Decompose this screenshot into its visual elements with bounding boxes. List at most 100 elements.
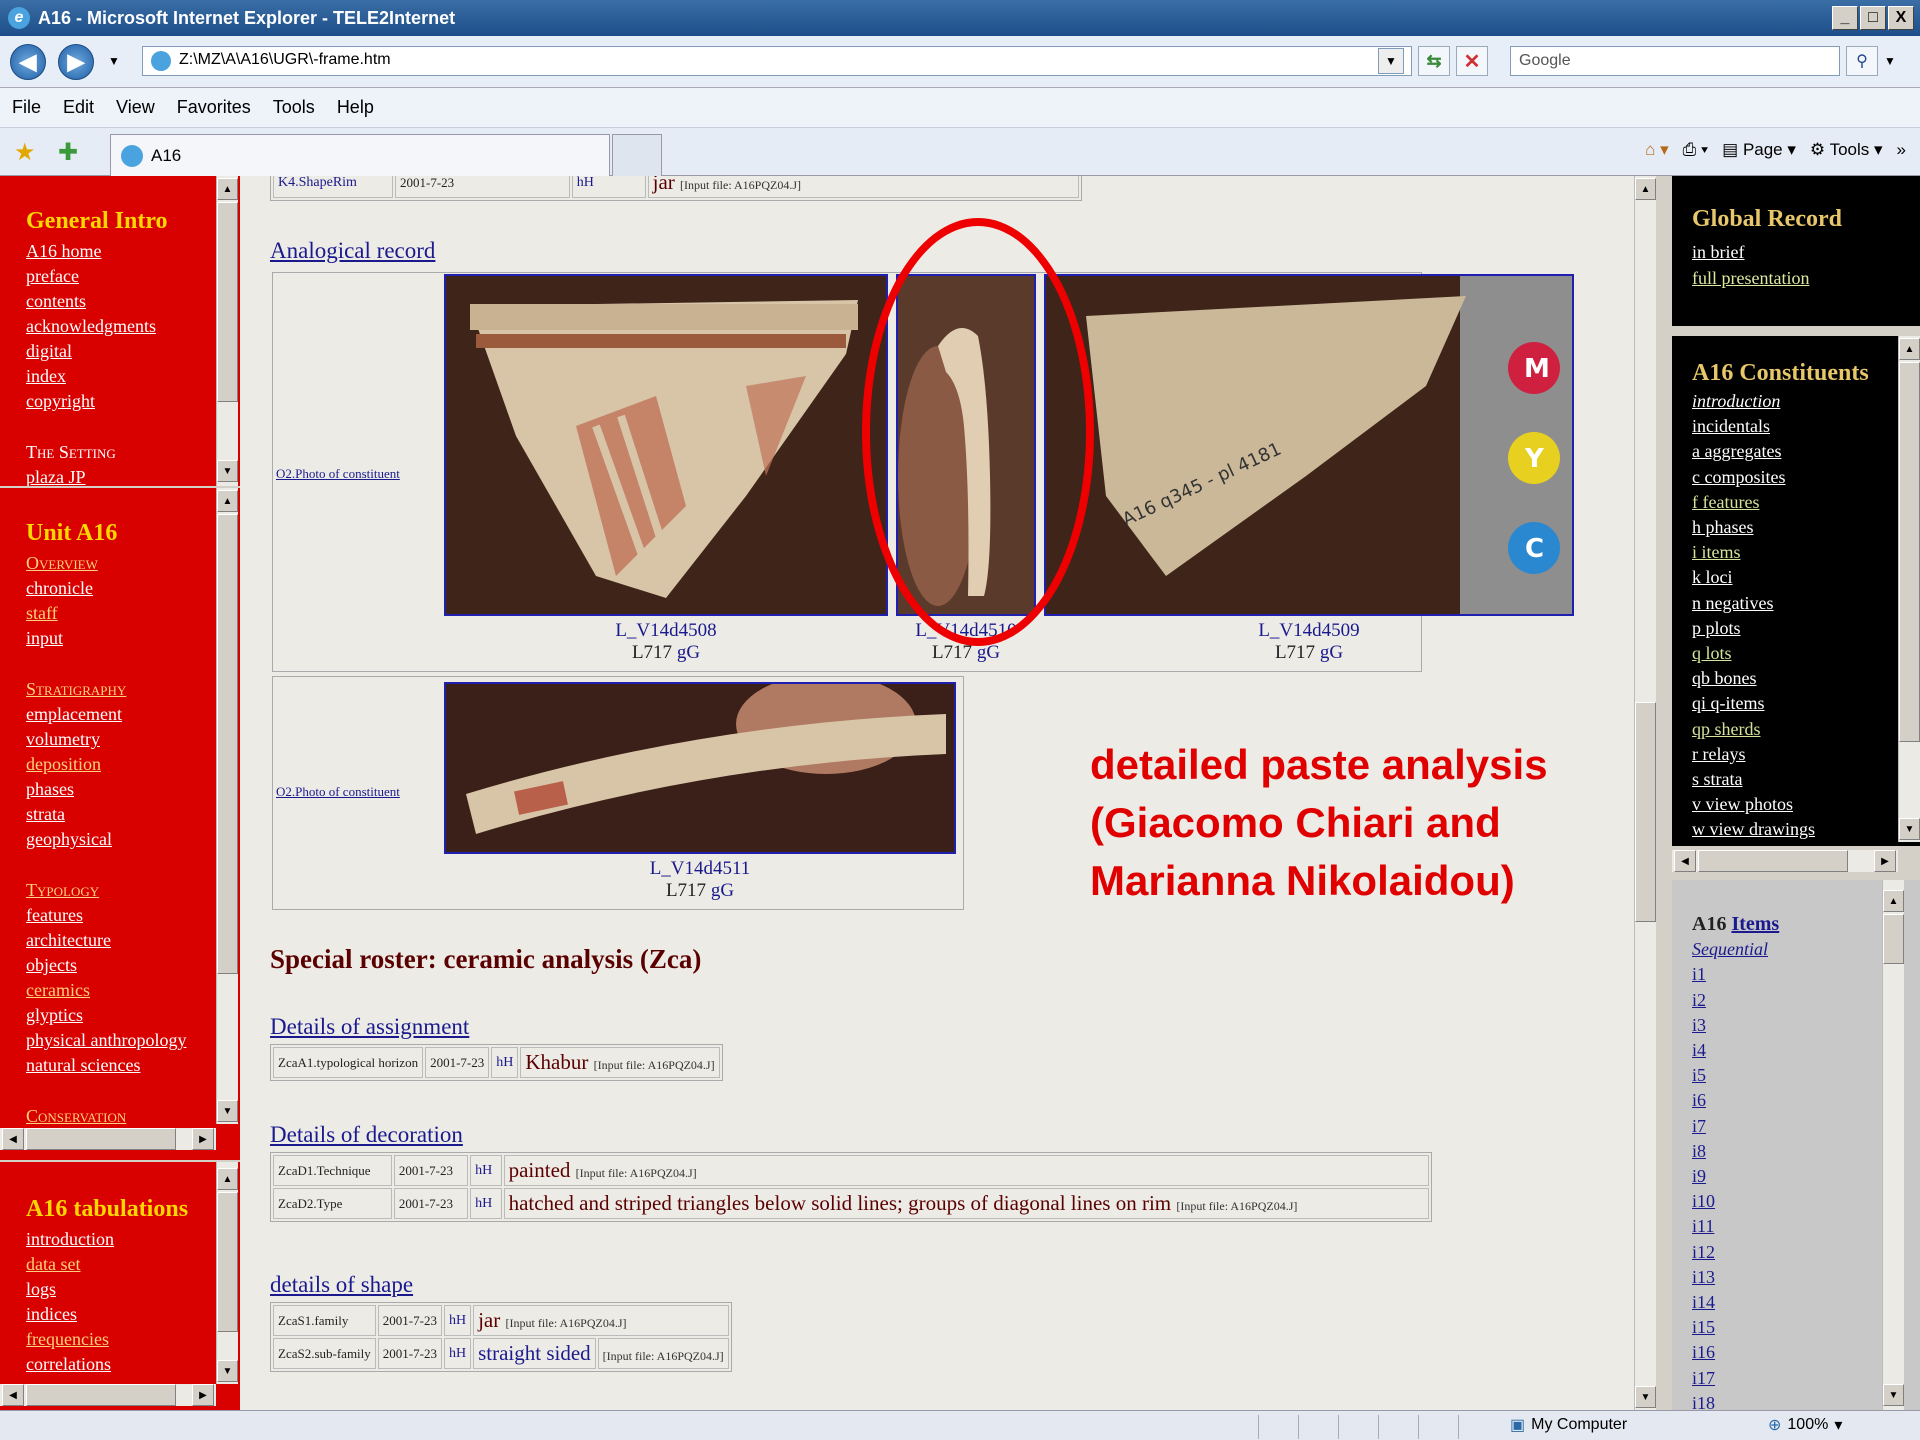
- in-brief-link[interactable]: in brief: [1692, 239, 1920, 265]
- item-link[interactable]: i4: [1692, 1038, 1779, 1063]
- scroll-up-arrow-icon[interactable]: ▲: [1635, 178, 1656, 200]
- nav-geophysical[interactable]: geophysical: [26, 827, 186, 852]
- nav-acknowledgments[interactable]: acknowledgments: [26, 314, 168, 339]
- scroll-right-arrow-icon[interactable]: ▶: [1874, 850, 1896, 872]
- scroll-thumb[interactable]: [217, 514, 238, 974]
- sherd-photo-exterior[interactable]: [444, 274, 888, 616]
- item-link[interactable]: i14: [1692, 1290, 1779, 1315]
- menu-tools[interactable]: Tools: [273, 97, 315, 118]
- refresh-button[interactable]: ⇆: [1418, 46, 1450, 76]
- address-dropdown-button[interactable]: ▼: [1378, 48, 1404, 74]
- item-link[interactable]: i15: [1692, 1315, 1779, 1340]
- photo-constituent-label[interactable]: O2.Photo of constituent: [276, 784, 400, 800]
- const-relays[interactable]: r relays: [1692, 742, 1869, 767]
- nav-volumetry[interactable]: volumetry: [26, 727, 186, 752]
- value-link[interactable]: straight sided: [478, 1341, 591, 1365]
- item-link[interactable]: i8: [1692, 1139, 1779, 1164]
- maximize-button[interactable]: □: [1860, 6, 1886, 30]
- gg-link[interactable]: gG: [1320, 642, 1343, 663]
- tab-a16[interactable]: A16: [110, 134, 610, 176]
- const-loci[interactable]: k loci: [1692, 565, 1869, 590]
- zoom-control[interactable]: ⊕ 100% ▾: [1768, 1415, 1842, 1435]
- nav-ceramics[interactable]: ceramics: [26, 978, 186, 1003]
- scroll-right-arrow-icon[interactable]: ▶: [192, 1384, 214, 1406]
- hh-link[interactable]: hH: [449, 1313, 466, 1328]
- hh-link[interactable]: hH: [475, 1196, 492, 1211]
- item-link[interactable]: i13: [1692, 1265, 1779, 1290]
- address-field[interactable]: Z:\MZ\A\A16\UGR\-frame.htm: [142, 46, 1412, 76]
- nav-strata[interactable]: strata: [26, 802, 186, 827]
- nav-physical-anthropology[interactable]: physical anthropology: [26, 1028, 186, 1053]
- scroll-thumb[interactable]: [217, 202, 238, 402]
- item-link[interactable]: i2: [1692, 988, 1779, 1013]
- nav-contents[interactable]: contents: [26, 289, 168, 314]
- search-options-dropdown[interactable]: ▼: [1884, 54, 1896, 68]
- recent-pages-dropdown[interactable]: ▼: [108, 54, 120, 68]
- home-icon[interactable]: ⌂ ▾: [1645, 140, 1669, 160]
- nav-plaza-jp[interactable]: plaza JP: [26, 465, 168, 486]
- scroll-down-arrow-icon[interactable]: ▼: [217, 460, 238, 482]
- add-favorite-icon[interactable]: ✚: [58, 138, 78, 167]
- scroll-up-arrow-icon[interactable]: ▲: [217, 1168, 238, 1190]
- analogical-record-link[interactable]: Analogical record: [270, 238, 435, 264]
- const-strata[interactable]: s strata: [1692, 767, 1869, 792]
- security-zone[interactable]: ▣ My Computer: [1510, 1415, 1627, 1435]
- const-view-photos[interactable]: v view photos: [1692, 792, 1869, 817]
- nav-copyright[interactable]: copyright: [26, 389, 168, 414]
- scroll-up-arrow-icon[interactable]: ▲: [1883, 890, 1904, 912]
- zoom-dropdown-icon[interactable]: ▾: [1834, 1415, 1842, 1435]
- item-link[interactable]: i1: [1692, 962, 1779, 987]
- hh-link[interactable]: hH: [449, 1346, 466, 1361]
- const-incidentals[interactable]: incidentals: [1692, 414, 1869, 439]
- nav-tab-introduction[interactable]: introduction: [26, 1227, 188, 1252]
- favorites-star-icon[interactable]: ★: [14, 138, 36, 167]
- scroll-thumb[interactable]: [1899, 362, 1920, 742]
- nav-a16-home[interactable]: A16 home: [26, 239, 168, 264]
- items-scrollbar[interactable]: ▲ ▼: [1882, 880, 1904, 1410]
- new-tab-button[interactable]: [612, 134, 662, 176]
- scroll-down-arrow-icon[interactable]: ▼: [217, 1100, 238, 1122]
- item-link[interactable]: i10: [1692, 1189, 1779, 1214]
- const-features[interactable]: f features: [1692, 490, 1869, 515]
- scroll-down-arrow-icon[interactable]: ▼: [1899, 818, 1920, 840]
- nav-natural-sciences[interactable]: natural sciences: [26, 1053, 186, 1078]
- const-composites[interactable]: c composites: [1692, 465, 1869, 490]
- scroll-up-arrow-icon[interactable]: ▲: [1899, 338, 1920, 360]
- nav-emplacement[interactable]: emplacement: [26, 702, 186, 727]
- page-menu[interactable]: ▤ Page ▾: [1722, 140, 1796, 160]
- nav-index[interactable]: index: [26, 364, 168, 389]
- general-intro-scrollbar[interactable]: ▲ ▼: [216, 176, 238, 486]
- nav-data-set[interactable]: data set: [26, 1252, 188, 1277]
- chevron-more-icon[interactable]: »: [1897, 140, 1906, 160]
- nav-typology[interactable]: Typology: [26, 878, 186, 903]
- const-phases[interactable]: h phases: [1692, 515, 1869, 540]
- const-introduction[interactable]: introduction: [1692, 389, 1869, 414]
- scroll-left-arrow-icon[interactable]: ◀: [2, 1128, 24, 1150]
- hh-link[interactable]: hH: [496, 1055, 513, 1070]
- const-plots[interactable]: p plots: [1692, 616, 1869, 641]
- item-link[interactable]: i11: [1692, 1214, 1779, 1239]
- gg-link[interactable]: gG: [711, 880, 734, 901]
- const-q-items[interactable]: qi q-items: [1692, 691, 1869, 716]
- scroll-thumb[interactable]: [26, 1128, 176, 1150]
- const-view-drawings[interactable]: w view drawings: [1692, 817, 1869, 842]
- close-button[interactable]: X: [1888, 6, 1914, 30]
- scroll-right-arrow-icon[interactable]: ▶: [192, 1128, 214, 1150]
- scroll-down-arrow-icon[interactable]: ▼: [217, 1360, 238, 1382]
- nav-architecture[interactable]: architecture: [26, 928, 186, 953]
- scroll-left-arrow-icon[interactable]: ◀: [2, 1384, 24, 1406]
- hh-link[interactable]: hH: [577, 176, 594, 190]
- sequential-link[interactable]: Sequential: [1692, 937, 1779, 962]
- const-aggregates[interactable]: a aggregates: [1692, 439, 1869, 464]
- item-link[interactable]: i17: [1692, 1366, 1779, 1391]
- details-of-shape-link[interactable]: details of shape: [270, 1272, 413, 1298]
- const-negatives[interactable]: n negatives: [1692, 591, 1869, 616]
- nav-stratigraphy[interactable]: Stratigraphy: [26, 677, 186, 702]
- gg-link[interactable]: gG: [677, 642, 700, 663]
- menu-help[interactable]: Help: [337, 97, 374, 118]
- minimize-button[interactable]: _: [1832, 6, 1858, 30]
- nav-input[interactable]: input: [26, 626, 186, 651]
- const-sherds[interactable]: qp sherds: [1692, 717, 1869, 742]
- scroll-up-arrow-icon[interactable]: ▲: [217, 490, 238, 512]
- nav-correlations[interactable]: correlations: [26, 1352, 188, 1377]
